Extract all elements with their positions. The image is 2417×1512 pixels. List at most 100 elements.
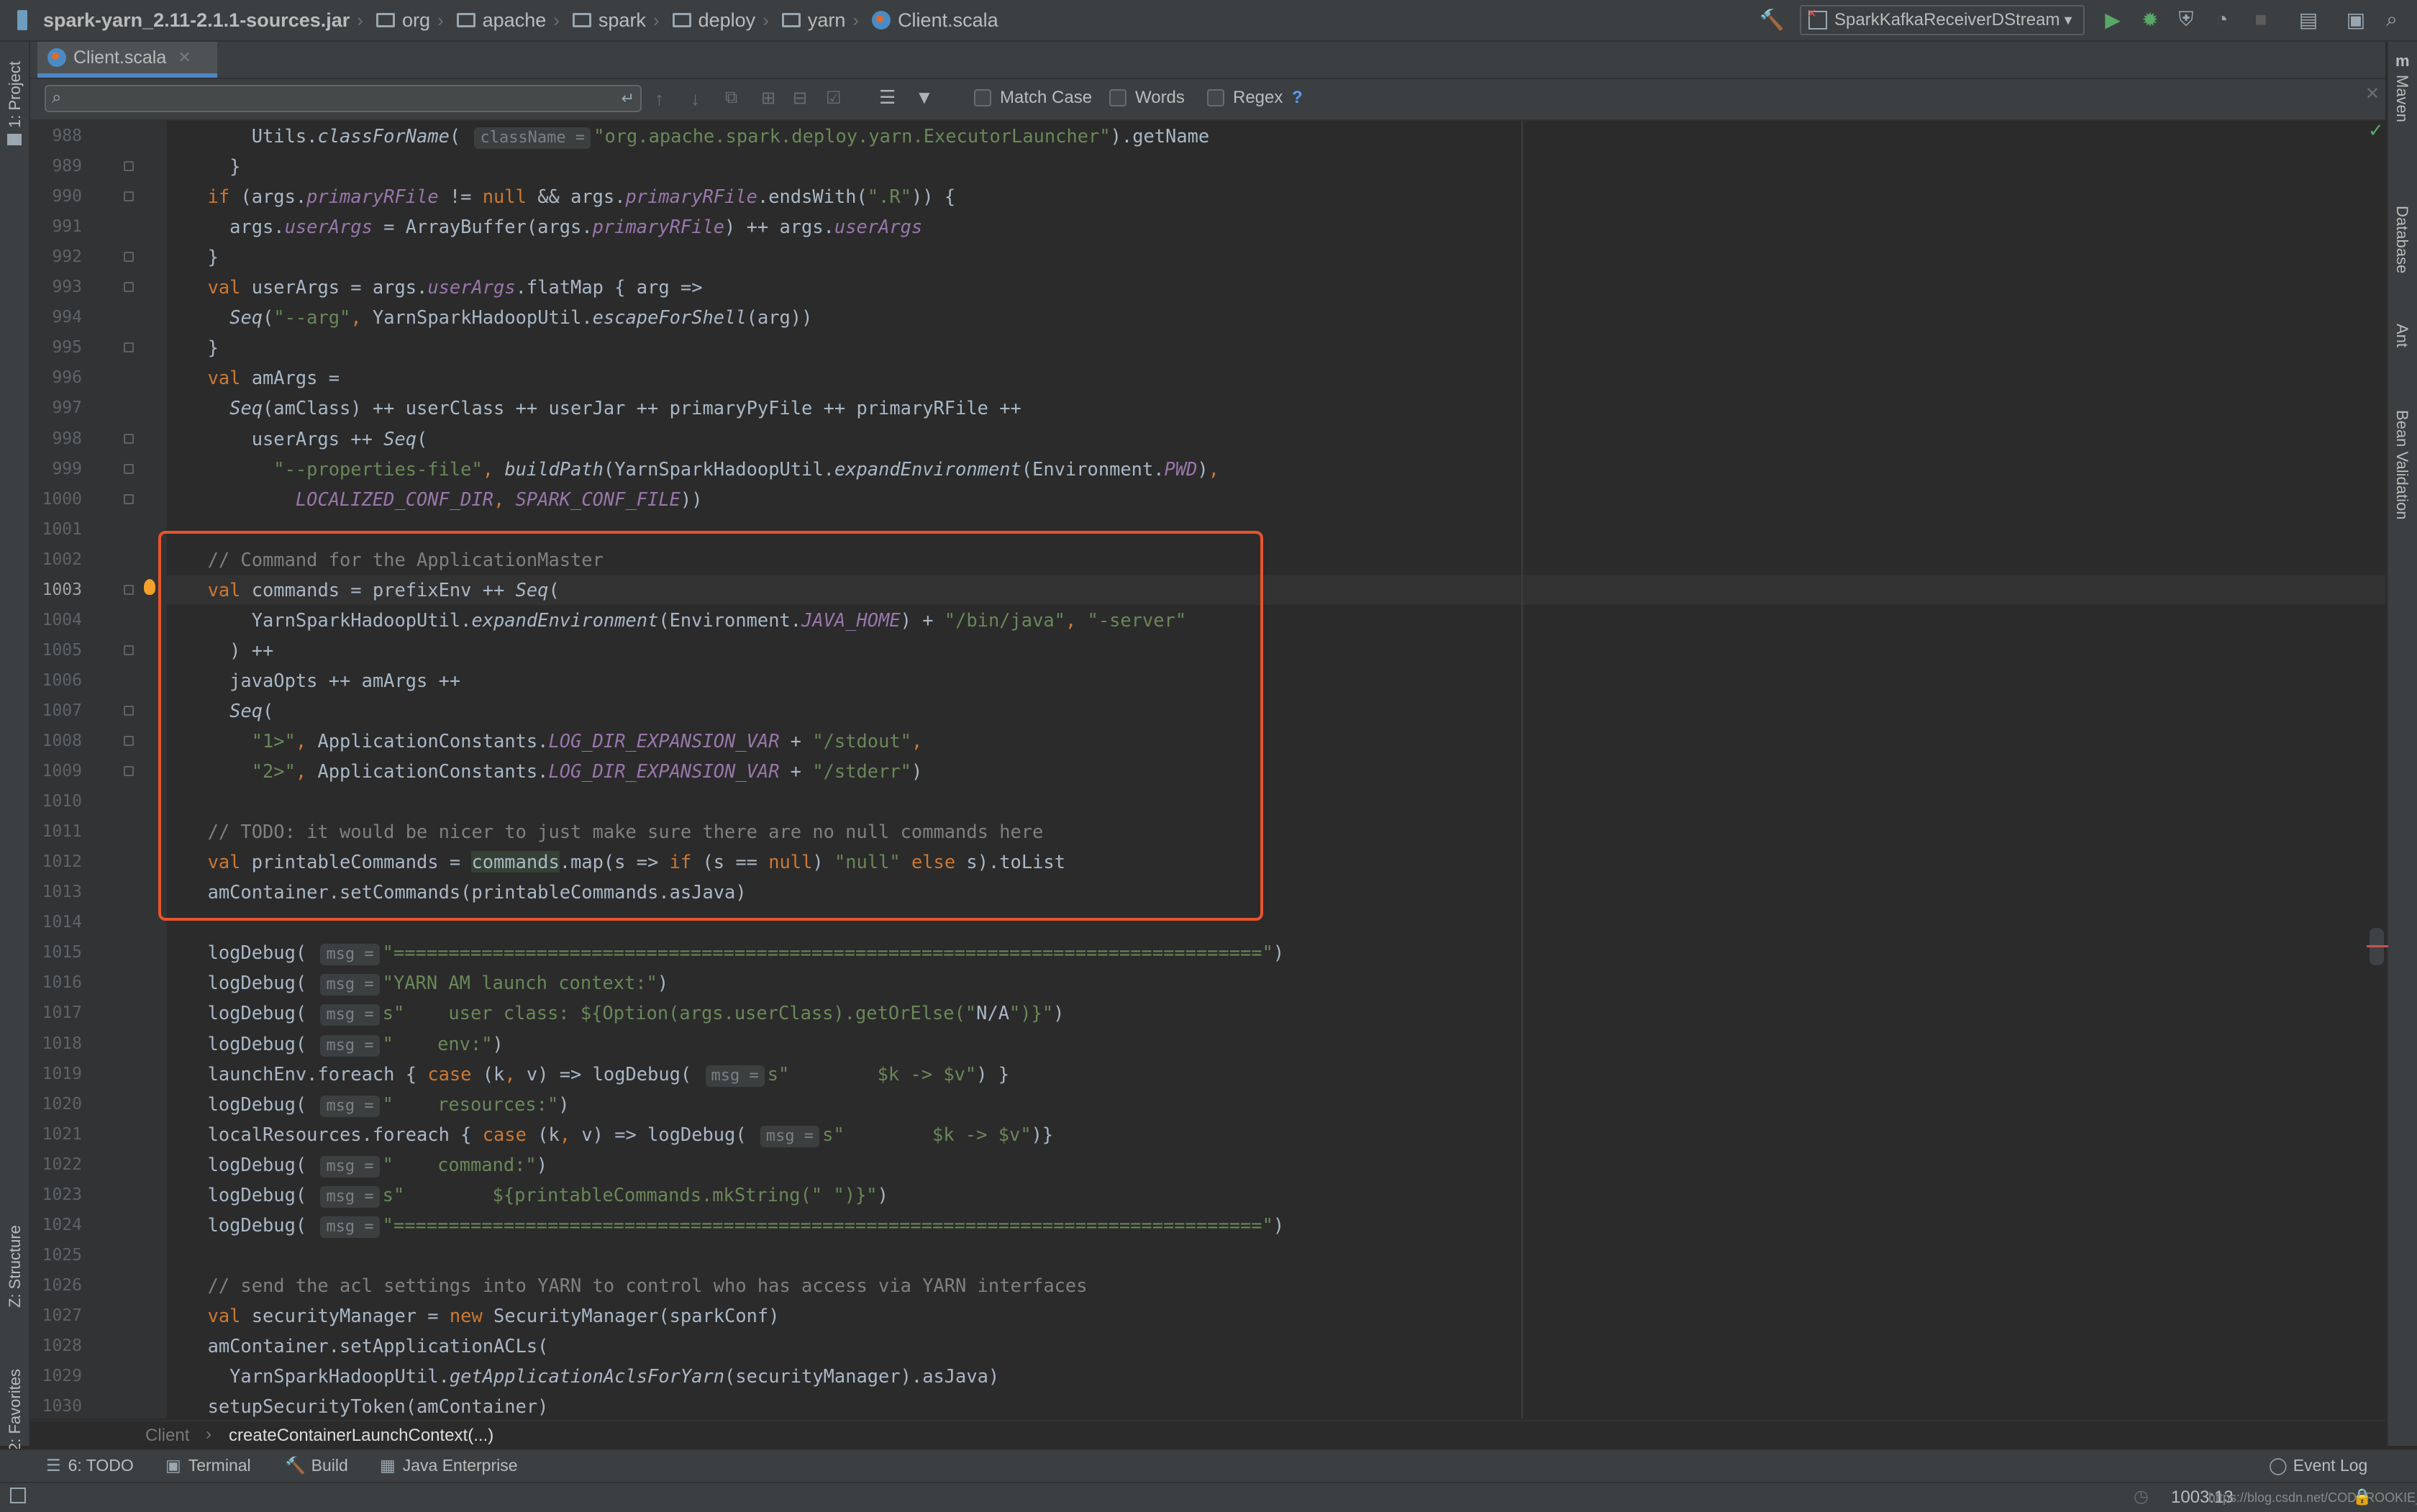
nav-crumb-yarn[interactable]: yarn › — [781, 9, 865, 32]
breadcrumb-method[interactable]: createContainerLaunchContext(...) — [229, 1426, 493, 1446]
line-number[interactable]: 1014 — [30, 913, 82, 932]
line-number[interactable]: 1001 — [30, 520, 82, 539]
line-number[interactable]: 997 — [30, 399, 82, 417]
nav-crumb-apache[interactable]: apache › — [456, 9, 565, 32]
tab-client-scala[interactable]: Client.scala ✕ — [37, 42, 217, 78]
run-configuration-select[interactable]: ✕ SparkKafkaReceiverDStream ▼ — [1800, 5, 2085, 35]
line-number[interactable]: 1019 — [30, 1065, 82, 1083]
line-number[interactable]: 1011 — [30, 822, 82, 841]
code-line[interactable]: } — [186, 151, 240, 181]
code-line[interactable]: logDebug( msg = "YARN AM launch context:"… — [186, 967, 668, 998]
bean-validation-tool-button[interactable]: Bean Validation — [2393, 410, 2411, 520]
code-line[interactable]: // send the acl settings into YARN to co… — [186, 1270, 1088, 1301]
line-number[interactable]: 1021 — [30, 1125, 82, 1144]
line-number[interactable]: 1012 — [30, 852, 82, 871]
search-input[interactable]: ⌕ ↵ — [45, 85, 642, 112]
code-line[interactable]: logDebug( msg = " resources:") — [186, 1089, 570, 1119]
profile-icon[interactable]: ◔ — [2211, 8, 2233, 30]
fold-marker-icon[interactable] — [124, 645, 134, 655]
line-number[interactable]: 1013 — [30, 883, 82, 901]
code-line[interactable]: val securityManager = new SecurityManage… — [186, 1301, 780, 1331]
code-line[interactable]: LOCALIZED_CONF_DIR, SPARK_CONF_FILE)) — [186, 484, 703, 514]
code-line[interactable]: Seq(amClass) ++ userClass ++ userJar ++ … — [186, 393, 1021, 423]
line-number[interactable]: 1022 — [30, 1155, 82, 1174]
history-icon[interactable]: ↵ — [622, 89, 634, 108]
window-icon[interactable]: ▣ — [2345, 9, 2367, 31]
line-number[interactable]: 1028 — [30, 1336, 82, 1355]
code-line[interactable]: launchEnv.foreach { case (k, v) => logDe… — [186, 1059, 1009, 1089]
code-line[interactable]: logDebug( msg = "========================… — [186, 1210, 1284, 1240]
error-stripe-marker[interactable] — [2367, 945, 2388, 947]
line-number[interactable]: 1029 — [30, 1367, 82, 1385]
project-structure-icon[interactable]: ▤ — [2298, 9, 2319, 31]
fold-marker-icon[interactable] — [124, 252, 134, 263]
tool-windows-icon[interactable] — [10, 1488, 26, 1503]
line-number[interactable]: 1005 — [30, 641, 82, 660]
code-line[interactable]: } — [186, 332, 219, 363]
todo-tool-button[interactable]: ☰ 6: TODO — [46, 1456, 134, 1475]
stop-icon[interactable]: ■ — [2250, 8, 2272, 30]
line-number[interactable]: 989 — [30, 157, 82, 176]
code-line[interactable]: amContainer.setApplicationACLs( — [186, 1331, 549, 1361]
code-line[interactable]: localResources.foreach { case (k, v) => … — [186, 1119, 1053, 1149]
code-line[interactable]: logDebug( msg = s" user class: ${Option(a… — [186, 998, 1064, 1028]
line-number[interactable]: 1024 — [30, 1216, 82, 1234]
previous-occurrence-icon[interactable]: ↑ — [655, 88, 664, 110]
line-number[interactable]: 992 — [30, 247, 82, 266]
line-number[interactable]: 1006 — [30, 671, 82, 690]
words-checkbox[interactable]: Words — [1109, 88, 1185, 108]
code-line[interactable]: Seq("--arg", YarnSparkHadoopUtil.escapeF… — [186, 302, 812, 332]
code-line[interactable]: } — [186, 242, 219, 272]
regex-checkbox[interactable]: Regex — [1207, 88, 1283, 108]
line-number[interactable]: 1007 — [30, 701, 82, 720]
line-number[interactable]: 988 — [30, 127, 82, 145]
code-line[interactable]: val userArgs = args.userArgs.flatMap { a… — [186, 272, 703, 302]
line-number[interactable]: 1016 — [30, 973, 82, 992]
code-line[interactable]: args.userArgs = ArrayBuffer(args.primary… — [186, 211, 922, 242]
nav-crumb-org[interactable]: org › — [375, 9, 450, 32]
code-line[interactable]: logDebug( msg = "========================… — [186, 937, 1284, 967]
next-occurrence-icon[interactable]: ↓ — [691, 88, 700, 110]
build-hammer-icon[interactable]: 🔨 — [1760, 9, 1785, 31]
fold-marker-icon[interactable] — [124, 705, 134, 716]
fold-marker-icon[interactable] — [124, 766, 134, 777]
project-tool-button[interactable]: 1: Project — [6, 61, 24, 128]
code-line[interactable]: if (args.primaryRFile != null && args.pr… — [186, 181, 956, 211]
search-everywhere-icon[interactable]: ⌕ — [2381, 8, 2403, 30]
line-number[interactable]: 1030 — [30, 1397, 82, 1416]
ant-tool-button[interactable]: Ant — [2393, 324, 2411, 347]
line-number[interactable]: 1023 — [30, 1185, 82, 1204]
line-number[interactable]: 991 — [30, 217, 82, 236]
fold-marker-icon[interactable] — [124, 584, 134, 595]
fold-marker-icon[interactable] — [124, 342, 134, 353]
line-number[interactable]: 1025 — [30, 1246, 82, 1265]
nav-crumb-spark[interactable]: spark › — [572, 9, 665, 32]
run-icon[interactable]: ▶ — [2102, 9, 2124, 31]
line-number[interactable]: 1009 — [30, 762, 82, 780]
line-number[interactable]: 1003 — [30, 580, 82, 599]
fold-marker-icon[interactable] — [124, 736, 134, 746]
line-number[interactable]: 1002 — [30, 550, 82, 569]
line-number[interactable]: 994 — [30, 308, 82, 327]
add-occurrence-icon[interactable]: ⊞ — [761, 88, 775, 109]
select-all-icon[interactable]: ☑ — [826, 88, 842, 109]
select-all-occurrences-icon[interactable]: ⧉ — [725, 88, 737, 108]
lightbulb-icon[interactable] — [144, 578, 155, 595]
code-line[interactable]: userArgs ++ Seq( — [186, 424, 428, 454]
line-number[interactable]: 1015 — [30, 943, 82, 962]
favorites-tool-button[interactable]: 2: Favorites — [6, 1369, 24, 1452]
line-number[interactable]: 993 — [30, 278, 82, 296]
line-number[interactable]: 1004 — [30, 611, 82, 629]
line-number[interactable]: 1026 — [30, 1276, 82, 1295]
filter-options-icon[interactable]: ☰ — [879, 86, 896, 109]
database-tool-button[interactable]: Database — [2393, 206, 2411, 273]
code-line[interactable]: val amArgs = — [186, 363, 340, 393]
fold-marker-icon[interactable] — [124, 433, 134, 444]
code-line[interactable]: logDebug( msg = " command:") — [186, 1149, 547, 1180]
line-number[interactable]: 999 — [30, 460, 82, 478]
line-number[interactable]: 1010 — [30, 792, 82, 811]
unselect-occurrence-icon[interactable]: ⊟ — [793, 88, 807, 109]
line-number[interactable]: 1008 — [30, 732, 82, 750]
code-line[interactable]: YarnSparkHadoopUtil.getApplicationAclsFo… — [186, 1361, 999, 1391]
line-number[interactable]: 1017 — [30, 1003, 82, 1022]
